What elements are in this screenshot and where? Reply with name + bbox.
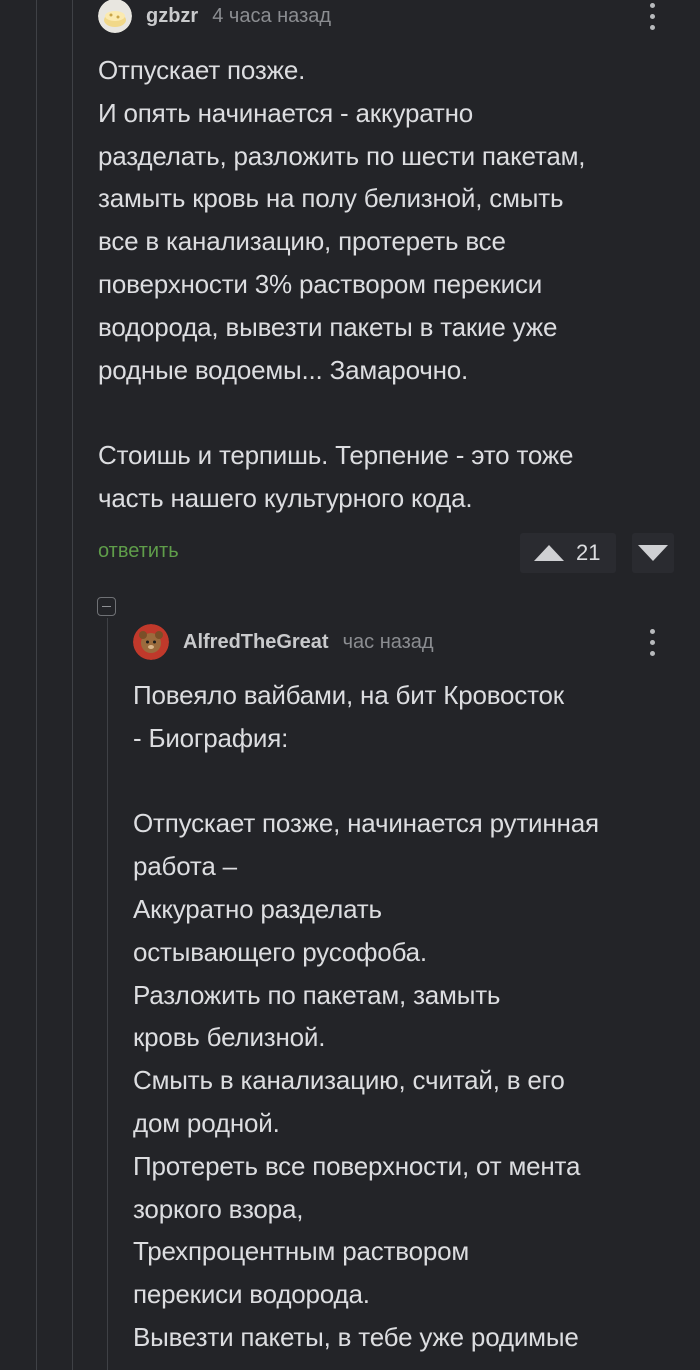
- downvote-button[interactable]: [632, 533, 674, 573]
- avatar[interactable]: [133, 624, 169, 660]
- comment-time: 4 часа назад: [212, 4, 332, 27]
- arrow-up-icon[interactable]: [534, 545, 564, 561]
- rating-count: 21: [576, 540, 601, 565]
- text-line: разделать, разложить по шести пакетам,: [98, 140, 586, 171]
- reply-comment-body: Повеяло вайбами, на бит Кровосток - Биогр…: [133, 674, 599, 1359]
- text-line: перекиси водорода.: [133, 1279, 370, 1310]
- text-line: работа –: [133, 851, 237, 882]
- text-line: остывающего русофоба.: [133, 936, 427, 967]
- text-line: водорода, вывезти пакеты в такие уже: [98, 311, 558, 342]
- text-line: Отпускает позже.: [98, 55, 306, 85]
- minus-square-icon[interactable]: [97, 597, 116, 616]
- thread-line-level1: [72, 0, 73, 1370]
- comment-body: Отпускает позже. И опять начинается - акк…: [98, 49, 586, 520]
- text-line: поверхности 3% раствором перекиси: [98, 268, 543, 299]
- text-line: [98, 391, 585, 434]
- avatar[interactable]: [98, 0, 132, 33]
- more-vertical-icon[interactable]: [642, 3, 662, 30]
- comments-page: gzbzr 4 часа назад Отпускает позже. И опя…: [0, 0, 700, 1370]
- text-line: Смыть в канализацию, считай, в его: [133, 1065, 565, 1096]
- text-line: дом родной.: [133, 1107, 280, 1138]
- arrow-down-icon: [638, 545, 668, 561]
- thread-line-outer: [36, 0, 37, 1370]
- text-line: Стоишь и терпишь. Терпение - это тоже: [98, 440, 574, 471]
- text-line: Повеяло вайбами, на бит Кровосток: [133, 680, 564, 710]
- comment-author[interactable]: gzbzr: [146, 5, 198, 28]
- text-line: Аккуратно разделать: [133, 893, 382, 924]
- reply-button[interactable]: ответить: [98, 540, 179, 563]
- text-line: часть нашего культурного кода.: [98, 482, 473, 513]
- text-line: Вывезти пакеты, в тебе уже родимые: [133, 1321, 579, 1352]
- text-line: замыть кровь на полу белизной, смыть: [98, 183, 564, 214]
- text-line: [133, 760, 599, 803]
- text-line: - Биография:: [133, 722, 289, 753]
- reply-comment-header: AlfredTheGreat час назад: [133, 624, 434, 660]
- text-line: Отпускает позже, начинается рутинная: [133, 808, 599, 839]
- text-line: Трехпроцентным раствором: [133, 1236, 470, 1267]
- text-line: И опять начинается - аккуратно: [98, 97, 474, 128]
- thread-line-level2: [107, 618, 108, 1370]
- text-line: зоркого взора,: [133, 1193, 304, 1224]
- text-line: все в канализацию, протереть все: [98, 226, 506, 257]
- text-line: Разложить по пакетам, замыть: [133, 979, 501, 1010]
- comment-author[interactable]: AlfredTheGreat: [183, 631, 329, 654]
- comment-time: час назад: [342, 630, 434, 653]
- rating-box: 21: [520, 533, 616, 573]
- comment-header: gzbzr 4 часа назад: [98, 0, 332, 33]
- more-vertical-icon[interactable]: [642, 629, 662, 656]
- text-line: кровь белизной.: [133, 1022, 326, 1053]
- text-line: родные водоемы... Замарочно.: [98, 354, 469, 385]
- text-line: Протереть все поверхности, от мента: [133, 1150, 581, 1181]
